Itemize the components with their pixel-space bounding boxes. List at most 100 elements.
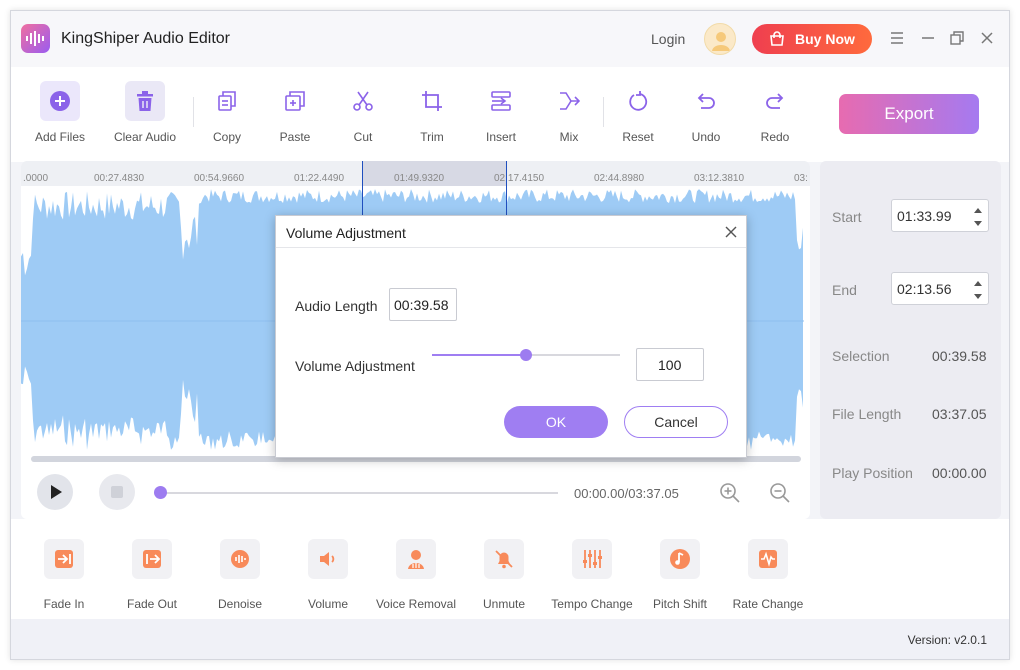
denoise-icon xyxy=(231,550,249,568)
scissors-icon xyxy=(353,91,373,111)
decrement-icon[interactable] xyxy=(972,291,984,302)
tempo-change-button[interactable]: Tempo Change xyxy=(547,519,637,619)
menu-icon[interactable] xyxy=(888,29,906,47)
ok-button[interactable]: OK xyxy=(504,406,608,438)
ruler-tick: 02:17.4150 xyxy=(494,173,545,184)
file-length-label: File Length xyxy=(832,406,902,422)
bell-off-icon xyxy=(495,550,513,569)
cut-button[interactable]: Cut xyxy=(328,67,398,162)
start-time-value: 01:33.99 xyxy=(897,208,952,224)
zoom-out-icon[interactable] xyxy=(768,481,792,505)
volume-button[interactable]: Volume xyxy=(283,519,373,619)
insert-button[interactable]: Insert xyxy=(466,67,536,162)
ruler-tick: 03:12.3810 xyxy=(694,173,745,184)
add-icon xyxy=(50,91,70,111)
unmute-button[interactable]: Unmute xyxy=(459,519,549,619)
minimize-icon[interactable] xyxy=(919,29,937,47)
clear-audio-button[interactable]: Clear Audio xyxy=(110,67,180,162)
cart-icon xyxy=(770,31,784,46)
play-icon xyxy=(51,485,62,499)
volume-value-input[interactable]: 100 xyxy=(636,348,704,381)
music-note-icon xyxy=(670,549,690,569)
fade-in-button[interactable]: Fade In xyxy=(19,519,109,619)
mix-button[interactable]: Mix xyxy=(534,67,604,162)
fade-in-icon xyxy=(55,550,73,568)
export-button[interactable]: Export xyxy=(839,94,979,134)
increment-icon[interactable] xyxy=(972,278,984,289)
play-position-value: 00:00.00 xyxy=(932,465,987,481)
time-ruler[interactable]: .0000 00:27.4830 00:54.9660 01:22.4490 0… xyxy=(21,161,810,186)
cancel-button[interactable]: Cancel xyxy=(624,406,728,438)
end-time-input[interactable]: 02:13.56 xyxy=(891,272,989,305)
clear-audio-label: Clear Audio xyxy=(113,130,177,144)
equalizer-icon xyxy=(583,550,602,568)
start-time-input[interactable]: 01:33.99 xyxy=(891,199,989,232)
toolbar: Add Files Clear Audio Copy Paste Cut Tri… xyxy=(11,67,1009,162)
ruler-tick: 01:49.9320 xyxy=(394,173,445,184)
close-icon[interactable] xyxy=(978,29,996,47)
play-button[interactable] xyxy=(37,474,73,510)
playback-progress-track[interactable] xyxy=(158,492,558,494)
version-label: Version: v2.0.1 xyxy=(907,633,987,647)
ruler-tick: 03: xyxy=(794,173,808,184)
selection-value: 00:39.58 xyxy=(932,348,987,364)
trash-icon xyxy=(137,91,153,111)
ruler-tick: 00:54.9660 xyxy=(194,173,245,184)
paste-button[interactable]: Paste xyxy=(260,67,330,162)
volume-slider-knob[interactable] xyxy=(520,349,532,361)
ruler-tick: .0000 xyxy=(23,173,49,184)
voice-removal-button[interactable]: Voice Removal xyxy=(371,519,461,619)
redo-label: Redo xyxy=(760,130,790,144)
audio-length-label: Audio Length xyxy=(295,298,378,314)
playback-time: 00:00.00/03:37.05 xyxy=(574,486,679,501)
undo-icon xyxy=(697,93,715,109)
fade-out-button[interactable]: Fade Out xyxy=(107,519,197,619)
restore-icon[interactable] xyxy=(948,29,966,47)
speaker-icon xyxy=(320,552,335,566)
status-bar: Version: v2.0.1 xyxy=(11,619,1009,659)
voice-removal-icon xyxy=(408,550,424,569)
rate-change-button[interactable]: Rate Change xyxy=(723,519,813,619)
copy-button[interactable]: Copy xyxy=(192,67,262,162)
insert-icon xyxy=(491,91,511,111)
trim-button[interactable]: Trim xyxy=(397,67,467,162)
volume-slider-fill xyxy=(432,354,526,356)
redo-button[interactable]: Redo xyxy=(740,67,810,162)
app-window: KingShiper Audio Editor Login Buy Now Ad… xyxy=(10,10,1010,660)
volume-adjustment-dialog: Volume Adjustment Audio Length 00:39.58 … xyxy=(275,215,747,458)
app-logo-icon xyxy=(21,24,50,53)
add-files-button[interactable]: Add Files xyxy=(25,67,95,162)
buy-now-button[interactable]: Buy Now xyxy=(752,24,872,54)
reset-icon xyxy=(629,91,648,111)
effects-bar: Fade In Fade Out Denoise Volume Voice Re… xyxy=(11,519,1009,619)
app-title: KingShiper Audio Editor xyxy=(61,30,230,47)
file-length-value: 03:37.05 xyxy=(932,406,987,422)
ruler-tick: 01:22.4490 xyxy=(294,173,345,184)
close-icon[interactable] xyxy=(724,225,738,239)
zoom-in-icon[interactable] xyxy=(718,481,742,505)
rate-change-icon xyxy=(759,550,777,568)
playback-progress-knob[interactable] xyxy=(154,486,167,499)
title-bar: KingShiper Audio Editor Login Buy Now xyxy=(11,11,1009,67)
increment-icon[interactable] xyxy=(972,205,984,216)
selection-label: Selection xyxy=(832,348,890,364)
copy-icon xyxy=(218,91,236,111)
ruler-tick: 02:44.8980 xyxy=(594,173,645,184)
undo-button[interactable]: Undo xyxy=(671,67,741,162)
denoise-button[interactable]: Denoise xyxy=(195,519,285,619)
play-position-label: Play Position xyxy=(832,465,913,481)
dialog-header: Volume Adjustment xyxy=(276,216,746,248)
audio-length-field: 00:39.58 xyxy=(389,288,457,321)
selection-info-panel: Start 01:33.99 End 02:13.56 Selection 00… xyxy=(820,161,1001,519)
stop-icon xyxy=(111,486,123,498)
login-link[interactable]: Login xyxy=(651,31,685,47)
stop-button[interactable] xyxy=(99,474,135,510)
mix-icon xyxy=(560,92,580,110)
decrement-icon[interactable] xyxy=(972,218,984,229)
reset-button[interactable]: Reset xyxy=(603,67,673,162)
avatar[interactable] xyxy=(704,23,736,55)
end-label: End xyxy=(832,282,857,298)
start-label: Start xyxy=(832,209,862,225)
dialog-title: Volume Adjustment xyxy=(286,225,406,241)
pitch-shift-button[interactable]: Pitch Shift xyxy=(635,519,725,619)
